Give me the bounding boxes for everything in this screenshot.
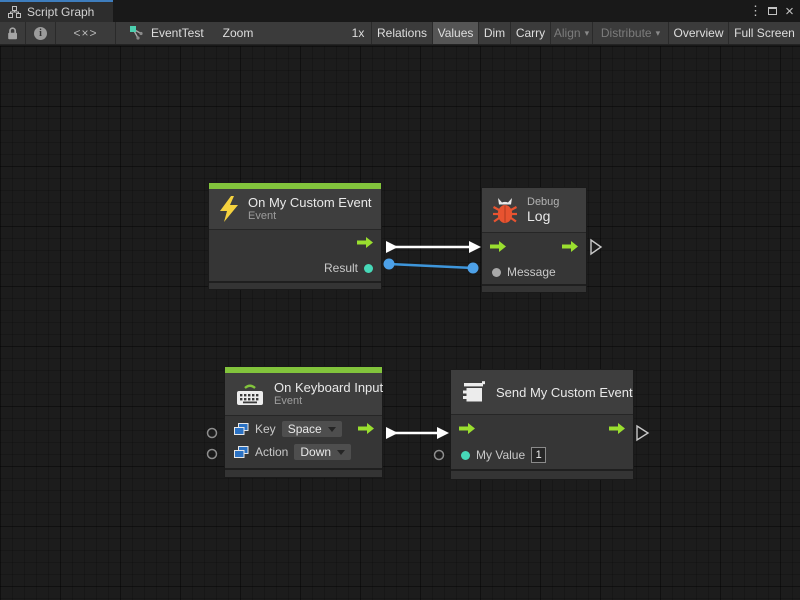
node-subtitle: Event (248, 210, 372, 223)
free-value-inlet-key[interactable] (208, 429, 217, 438)
maximize-button[interactable] (764, 0, 781, 22)
node-debug-log[interactable]: Debug Log Message (481, 187, 587, 293)
node-subtitle: Event (274, 395, 383, 408)
key-dropdown[interactable]: Space (282, 421, 342, 437)
graph-reference[interactable]: EventTest (130, 22, 230, 44)
free-control-outlet-send[interactable] (637, 426, 648, 440)
wires-layer (0, 46, 800, 600)
info-button[interactable]: i (26, 22, 56, 44)
wire-value-result-to-message[interactable] (384, 259, 479, 274)
bug-icon (492, 197, 518, 224)
node-on-keyboard-input[interactable]: On Keyboard Input Event Key Space (224, 366, 383, 478)
maximize-icon (768, 7, 777, 15)
graph-node-icon (130, 26, 144, 40)
node-send-my-custom-event[interactable]: Send My Custom Event My Value (450, 369, 634, 480)
node-header: Debug Log (482, 188, 586, 232)
lock-icon (6, 26, 19, 40)
graph-hierarchy-icon (8, 6, 21, 18)
lock-button[interactable] (0, 22, 26, 44)
free-control-outlet-log[interactable] (591, 240, 601, 254)
value-port-dot (364, 264, 373, 273)
value-input-port-message[interactable]: Message (492, 265, 556, 279)
control-output-port[interactable] (609, 423, 625, 434)
toolbar-button-fullscreen[interactable]: Full Screen (728, 22, 800, 44)
node-title: Send My Custom Event (496, 385, 633, 400)
close-icon: × (785, 3, 794, 20)
control-arrow-icon (490, 241, 506, 252)
value-port-dot[interactable] (461, 451, 470, 460)
inline-value-icon (234, 446, 249, 459)
value-input-port-myvalue: My Value (461, 447, 546, 463)
inline-value-icon (234, 423, 249, 436)
lightning-bolt-icon (219, 196, 239, 222)
control-input-port[interactable] (490, 241, 506, 252)
node-footer (482, 284, 586, 292)
wire-control-customevent-to-log[interactable] (386, 241, 481, 253)
toolbar-button-carry[interactable]: Carry (510, 22, 550, 44)
info-icon: i (34, 27, 47, 40)
control-arrow-icon (357, 237, 373, 248)
value-output-port-result[interactable]: Result (324, 261, 373, 275)
graph-name-label: EventTest (151, 26, 204, 40)
node-title: On My Custom Event (248, 195, 372, 210)
value-port-dot (492, 268, 501, 277)
title-bar: Script Graph ⋮ × (0, 0, 800, 22)
dropdown-caret-icon (328, 427, 336, 432)
control-arrow-icon (459, 423, 475, 434)
toolbar-button-align[interactable]: Align ▾ (550, 22, 592, 44)
control-arrow-icon (358, 423, 374, 434)
control-input-port[interactable] (459, 423, 475, 434)
free-value-inlet-myvalue[interactable] (435, 451, 444, 460)
tab-title: Script Graph (27, 5, 94, 19)
node-on-my-custom-event[interactable]: On My Custom Event Event Result (208, 182, 382, 290)
close-button[interactable]: × (781, 0, 798, 22)
value-input-row-key: Key Space (234, 421, 342, 437)
node-body: My Value (451, 414, 633, 469)
node-header: On Keyboard Input Event (225, 373, 382, 415)
free-value-inlet-action[interactable] (208, 450, 217, 459)
tab-script-graph[interactable]: Script Graph (0, 0, 113, 22)
node-body: Key Space (225, 415, 382, 468)
control-output-port[interactable] (358, 423, 374, 434)
node-footer (209, 281, 381, 289)
control-output-port[interactable] (562, 241, 578, 252)
kebab-menu-icon: ⋮ (749, 3, 762, 19)
value-input-row-action: Action Down (234, 444, 351, 460)
node-body: Result (209, 229, 381, 281)
inspect-button[interactable]: <×> (56, 22, 116, 44)
node-title: Log (527, 209, 559, 224)
machine-event-icon (461, 380, 487, 404)
wire-control-keyboard-to-send[interactable] (386, 427, 449, 439)
toolbar-button-relations[interactable]: Relations (371, 22, 432, 44)
dropdown-caret-icon: ▾ (656, 28, 661, 39)
zoom-label: Zoom (220, 22, 256, 44)
toolbar-button-overview[interactable]: Overview (668, 22, 728, 44)
window-controls: ⋮ × (747, 0, 798, 22)
graph-toolbar: i <×> EventTest Zoom 1x Relatio (0, 22, 800, 45)
window-menu-button[interactable]: ⋮ (747, 0, 764, 22)
toolbar-button-distribute[interactable]: Distribute ▾ (592, 22, 668, 44)
my-value-field[interactable] (531, 447, 546, 463)
action-dropdown[interactable]: Down (294, 444, 351, 460)
control-arrow-icon (609, 423, 625, 434)
node-header: Send My Custom Event (451, 370, 633, 414)
control-arrow-icon (562, 241, 578, 252)
inspect-code-icon: <×> (73, 26, 97, 40)
script-graph-window: Script Graph ⋮ × i (0, 0, 800, 600)
node-footer (451, 469, 633, 479)
dropdown-caret-icon: ▾ (585, 28, 590, 39)
dropdown-caret-icon (337, 450, 345, 455)
node-header: On My Custom Event Event (209, 189, 381, 229)
control-output-port[interactable] (357, 237, 373, 248)
toolbar-button-dim[interactable]: Dim (478, 22, 510, 44)
zoom-value: 1x (348, 22, 368, 44)
node-title: On Keyboard Input (274, 380, 383, 395)
graph-canvas[interactable]: On My Custom Event Event Result (0, 46, 800, 600)
node-footer (225, 468, 382, 477)
node-body: Message (482, 232, 586, 284)
toolbar-button-values[interactable]: Values (432, 22, 478, 44)
keyboard-icon (235, 381, 265, 407)
